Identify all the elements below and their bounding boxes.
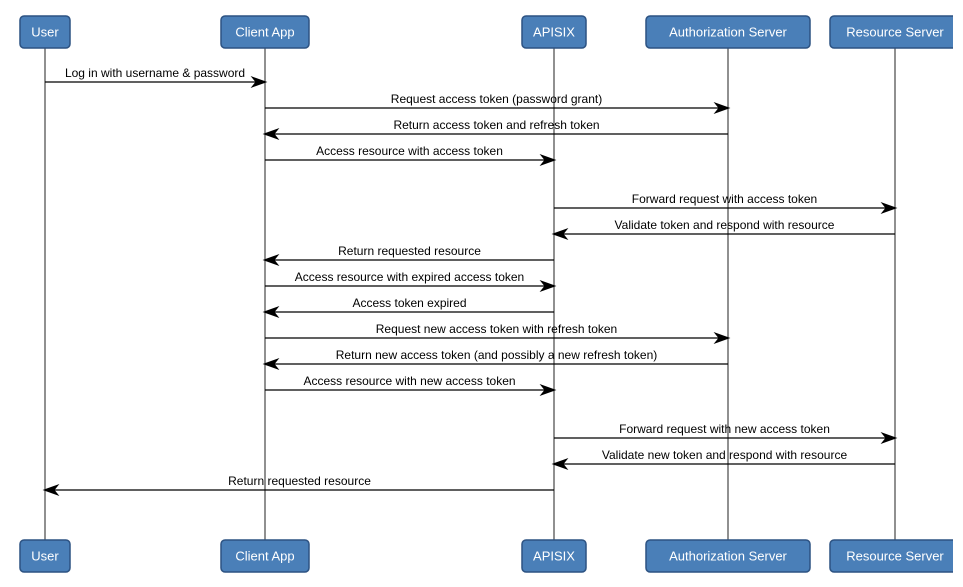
participant-label-user: User [31, 25, 59, 40]
participant-label-resource: Resource Server [846, 25, 944, 40]
participant-label-apisix: APISIX [533, 549, 575, 564]
sequence-diagram: User Client App APISIX Authorization Server… [10, 10, 953, 577]
message-m9: Access token expired [352, 296, 466, 310]
message-m6: Validate token and respond with resource [615, 218, 835, 232]
message-m3: Return access token and refresh token [393, 118, 599, 132]
message-m8: Access resource with expired access toke… [295, 270, 524, 284]
participant-label-client: Client App [235, 25, 294, 40]
message-m11: Return new access token (and possibly a … [336, 348, 658, 362]
message-m13: Forward request with new access token [619, 422, 830, 436]
participant-label-resource: Resource Server [846, 549, 944, 564]
participant-label-auth: Authorization Server [669, 25, 787, 40]
participant-label-client: Client App [235, 549, 294, 564]
message-m5: Forward request with access token [632, 192, 817, 206]
message-m7: Return requested resource [338, 244, 481, 258]
participant-label-auth: Authorization Server [669, 549, 787, 564]
message-m14: Validate new token and respond with reso… [602, 448, 848, 462]
message-m15: Return requested resource [228, 474, 371, 488]
participant-label-user: User [31, 549, 59, 564]
message-m10: Request new access token with refresh to… [376, 322, 617, 336]
message-m2: Request access token (password grant) [391, 92, 602, 106]
message-m12: Access resource with new access token [303, 374, 515, 388]
message-m4: Access resource with access token [316, 144, 503, 158]
message-m1: Log in with username & password [65, 66, 245, 80]
participant-label-apisix: APISIX [533, 25, 575, 40]
